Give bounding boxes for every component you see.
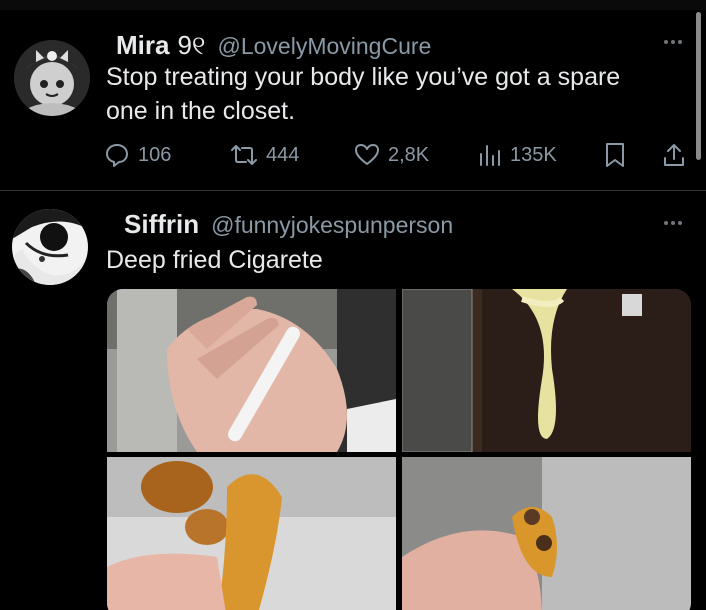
heart-icon bbox=[355, 144, 379, 165]
reply-icon bbox=[106, 144, 128, 167]
display-name[interactable]: Siffrin bbox=[124, 209, 199, 240]
reply-count: 106 bbox=[138, 143, 172, 166]
media-photo-1[interactable] bbox=[107, 289, 396, 452]
top-strip bbox=[0, 0, 706, 10]
views-button[interactable]: 135K bbox=[478, 142, 557, 168]
bookmark-button[interactable] bbox=[604, 142, 626, 168]
media-grid[interactable] bbox=[107, 289, 691, 610]
like-button[interactable]: 2,8K bbox=[354, 142, 429, 168]
repost-count: 444 bbox=[266, 143, 300, 166]
tweet-mira[interactable]: Mira 9୧ @LovelyMovingCure Stop treating … bbox=[0, 10, 706, 190]
handle[interactable]: @LovelyMovingCure bbox=[217, 33, 431, 60]
views-icon bbox=[480, 145, 500, 166]
timeline: Mira 9୧ @LovelyMovingCure Stop treating … bbox=[0, 0, 706, 610]
action-bar: 106 444 2,8K 135K bbox=[104, 140, 694, 172]
tweet-header: Mira 9୧ @LovelyMovingCure bbox=[116, 30, 431, 62]
tweet-text: Stop treating your body like you’ve got … bbox=[106, 63, 621, 125]
views-count: 135K bbox=[510, 143, 557, 166]
share-button[interactable] bbox=[662, 142, 686, 168]
media-photo-4[interactable] bbox=[402, 457, 691, 610]
repost-icon bbox=[231, 145, 257, 165]
tweet-header: Siffrin @funnyjokespunperson bbox=[124, 209, 453, 240]
media-photo-2[interactable] bbox=[402, 289, 691, 452]
more-icon[interactable] bbox=[664, 221, 682, 225]
like-count: 2,8K bbox=[388, 143, 430, 166]
display-name[interactable]: Mira bbox=[116, 30, 169, 61]
share-icon bbox=[664, 144, 684, 166]
tweet-siffrin[interactable]: Siffrin @funnyjokespunperson Deep fried … bbox=[0, 191, 706, 610]
tweet-text: Deep fried Cigarete bbox=[106, 246, 323, 274]
bookmark-icon bbox=[606, 143, 624, 167]
avatar-mira[interactable] bbox=[14, 40, 90, 116]
repost-button[interactable]: 444 bbox=[230, 142, 299, 168]
media-photo-3[interactable] bbox=[107, 457, 396, 610]
avatar-siffrin[interactable] bbox=[12, 209, 88, 285]
name-suffix: 9୧ bbox=[177, 30, 206, 60]
scrollbar[interactable] bbox=[696, 12, 701, 160]
more-icon[interactable] bbox=[664, 40, 682, 44]
reply-button[interactable]: 106 bbox=[104, 142, 171, 168]
handle[interactable]: @funnyjokespunperson bbox=[211, 212, 453, 239]
